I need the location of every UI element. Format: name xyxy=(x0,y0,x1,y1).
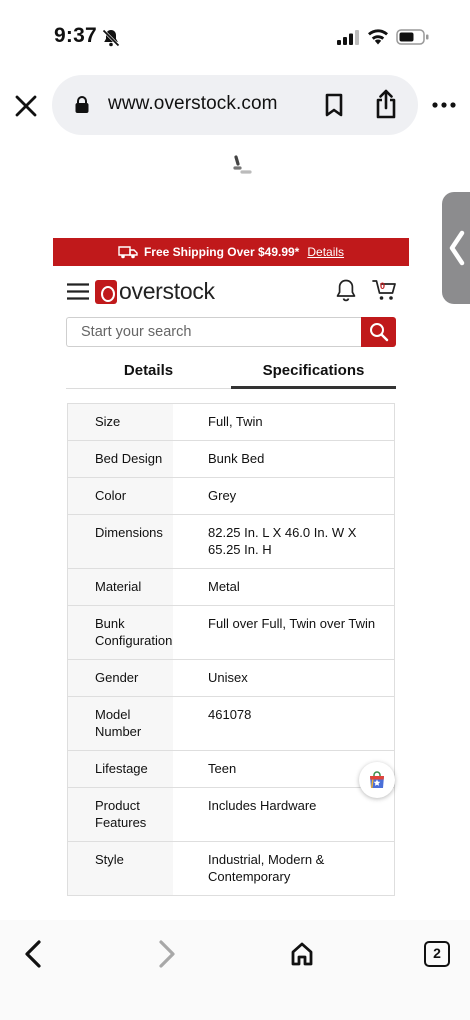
tab-details-label: Details xyxy=(123,362,174,379)
notifications-bell-icon[interactable] xyxy=(335,278,357,302)
spec-value: Industrial, Modern & Contemporary xyxy=(208,852,325,884)
cellular-signal-icon xyxy=(337,30,359,45)
spec-key: Bed Design xyxy=(68,441,173,477)
browser-toolbar xyxy=(0,920,470,1020)
shipping-banner: Free Shipping Over $49.99* Details xyxy=(53,238,409,266)
spec-row: Color Grey xyxy=(68,478,394,515)
battery-icon xyxy=(396,29,429,45)
spec-value: Includes Hardware xyxy=(208,798,317,813)
spec-key: Model Number xyxy=(68,697,173,750)
bookmark-icon[interactable] xyxy=(324,93,344,117)
shopping-assistant-button[interactable] xyxy=(359,762,395,798)
search-button[interactable] xyxy=(361,317,396,347)
tab-details[interactable]: Details xyxy=(66,359,231,389)
spec-row: Lifestage Teen xyxy=(68,751,394,788)
url-text[interactable]: www.overstock.com xyxy=(108,93,278,115)
tabs-overview-button[interactable]: 2 xyxy=(424,941,450,967)
spec-value: Metal xyxy=(208,579,240,594)
delivery-truck-icon xyxy=(118,246,138,259)
spec-row: Model Number 461078 xyxy=(68,697,394,751)
menu-icon[interactable] xyxy=(67,283,89,300)
spec-row: Material Metal xyxy=(68,569,394,606)
lock-icon xyxy=(75,96,89,113)
more-options-icon[interactable] xyxy=(432,102,456,108)
forward-arrow-icon[interactable] xyxy=(158,940,176,968)
spec-key: Bunk Configuration xyxy=(68,606,173,659)
status-time: 9:37 xyxy=(54,24,97,47)
spec-row: Bed Design Bunk Bed xyxy=(68,441,394,478)
logo-text: overstock xyxy=(119,278,215,304)
loading-spinner-icon xyxy=(233,155,252,174)
spec-row: Dimensions 82.25 In. L X 46.0 In. W X 65… xyxy=(68,515,394,569)
spec-value: 461078 xyxy=(208,707,252,722)
wifi-icon xyxy=(368,29,388,45)
back-arrow-icon[interactable] xyxy=(24,940,42,968)
shopping-bag-star-icon xyxy=(370,771,384,788)
share-icon[interactable] xyxy=(374,89,398,119)
overstock-logo[interactable]: overstock xyxy=(95,278,215,305)
home-icon[interactable] xyxy=(290,941,314,967)
spec-value: Full, Twin xyxy=(208,414,263,429)
spec-key: Size xyxy=(68,404,173,440)
spec-row: Bunk Configuration Full over Full, Twin … xyxy=(68,606,394,660)
spec-row: Size Full, Twin xyxy=(68,404,394,441)
spec-key: Lifestage xyxy=(68,751,173,787)
search-input[interactable] xyxy=(67,318,362,346)
spec-row: Gender Unisex xyxy=(68,660,394,697)
spec-value: Grey xyxy=(208,488,237,503)
spec-value: Full over Full, Twin over Twin xyxy=(208,616,376,631)
search-box xyxy=(66,317,362,347)
spec-key: Material xyxy=(68,569,173,605)
edge-back-tab[interactable] xyxy=(442,192,470,304)
spec-value: Unisex xyxy=(208,670,248,685)
overstock-logo-mark xyxy=(95,279,117,304)
spec-value: 82.25 In. L X 46.0 In. W X 65.25 In. H xyxy=(208,525,357,557)
spec-key: Color xyxy=(68,478,173,514)
shipping-banner-text: Free Shipping Over $49.99* xyxy=(143,245,300,259)
tab-specifications[interactable]: Specifications xyxy=(231,359,396,389)
close-icon[interactable] xyxy=(14,94,38,118)
shipping-details-link[interactable]: Details xyxy=(307,245,344,259)
spec-key: Dimensions xyxy=(68,515,173,568)
bell-slash-icon xyxy=(102,29,120,47)
spec-value: Bunk Bed xyxy=(208,451,265,466)
search-icon xyxy=(369,323,388,342)
chevron-left-icon xyxy=(449,230,465,266)
tab-specifications-label: Specifications xyxy=(262,362,365,379)
spec-key: Gender xyxy=(68,660,173,696)
spec-row: Style Industrial, Modern & Contemporary xyxy=(68,842,394,895)
spec-key: Style xyxy=(68,842,173,895)
specifications-table: Size Full, Twin Bed Design Bunk Bed Colo… xyxy=(67,403,395,896)
spec-row: Product Features Includes Hardware xyxy=(68,788,394,842)
spec-key: Product Features xyxy=(68,788,173,841)
cart-count-badge: 0 xyxy=(380,281,386,291)
